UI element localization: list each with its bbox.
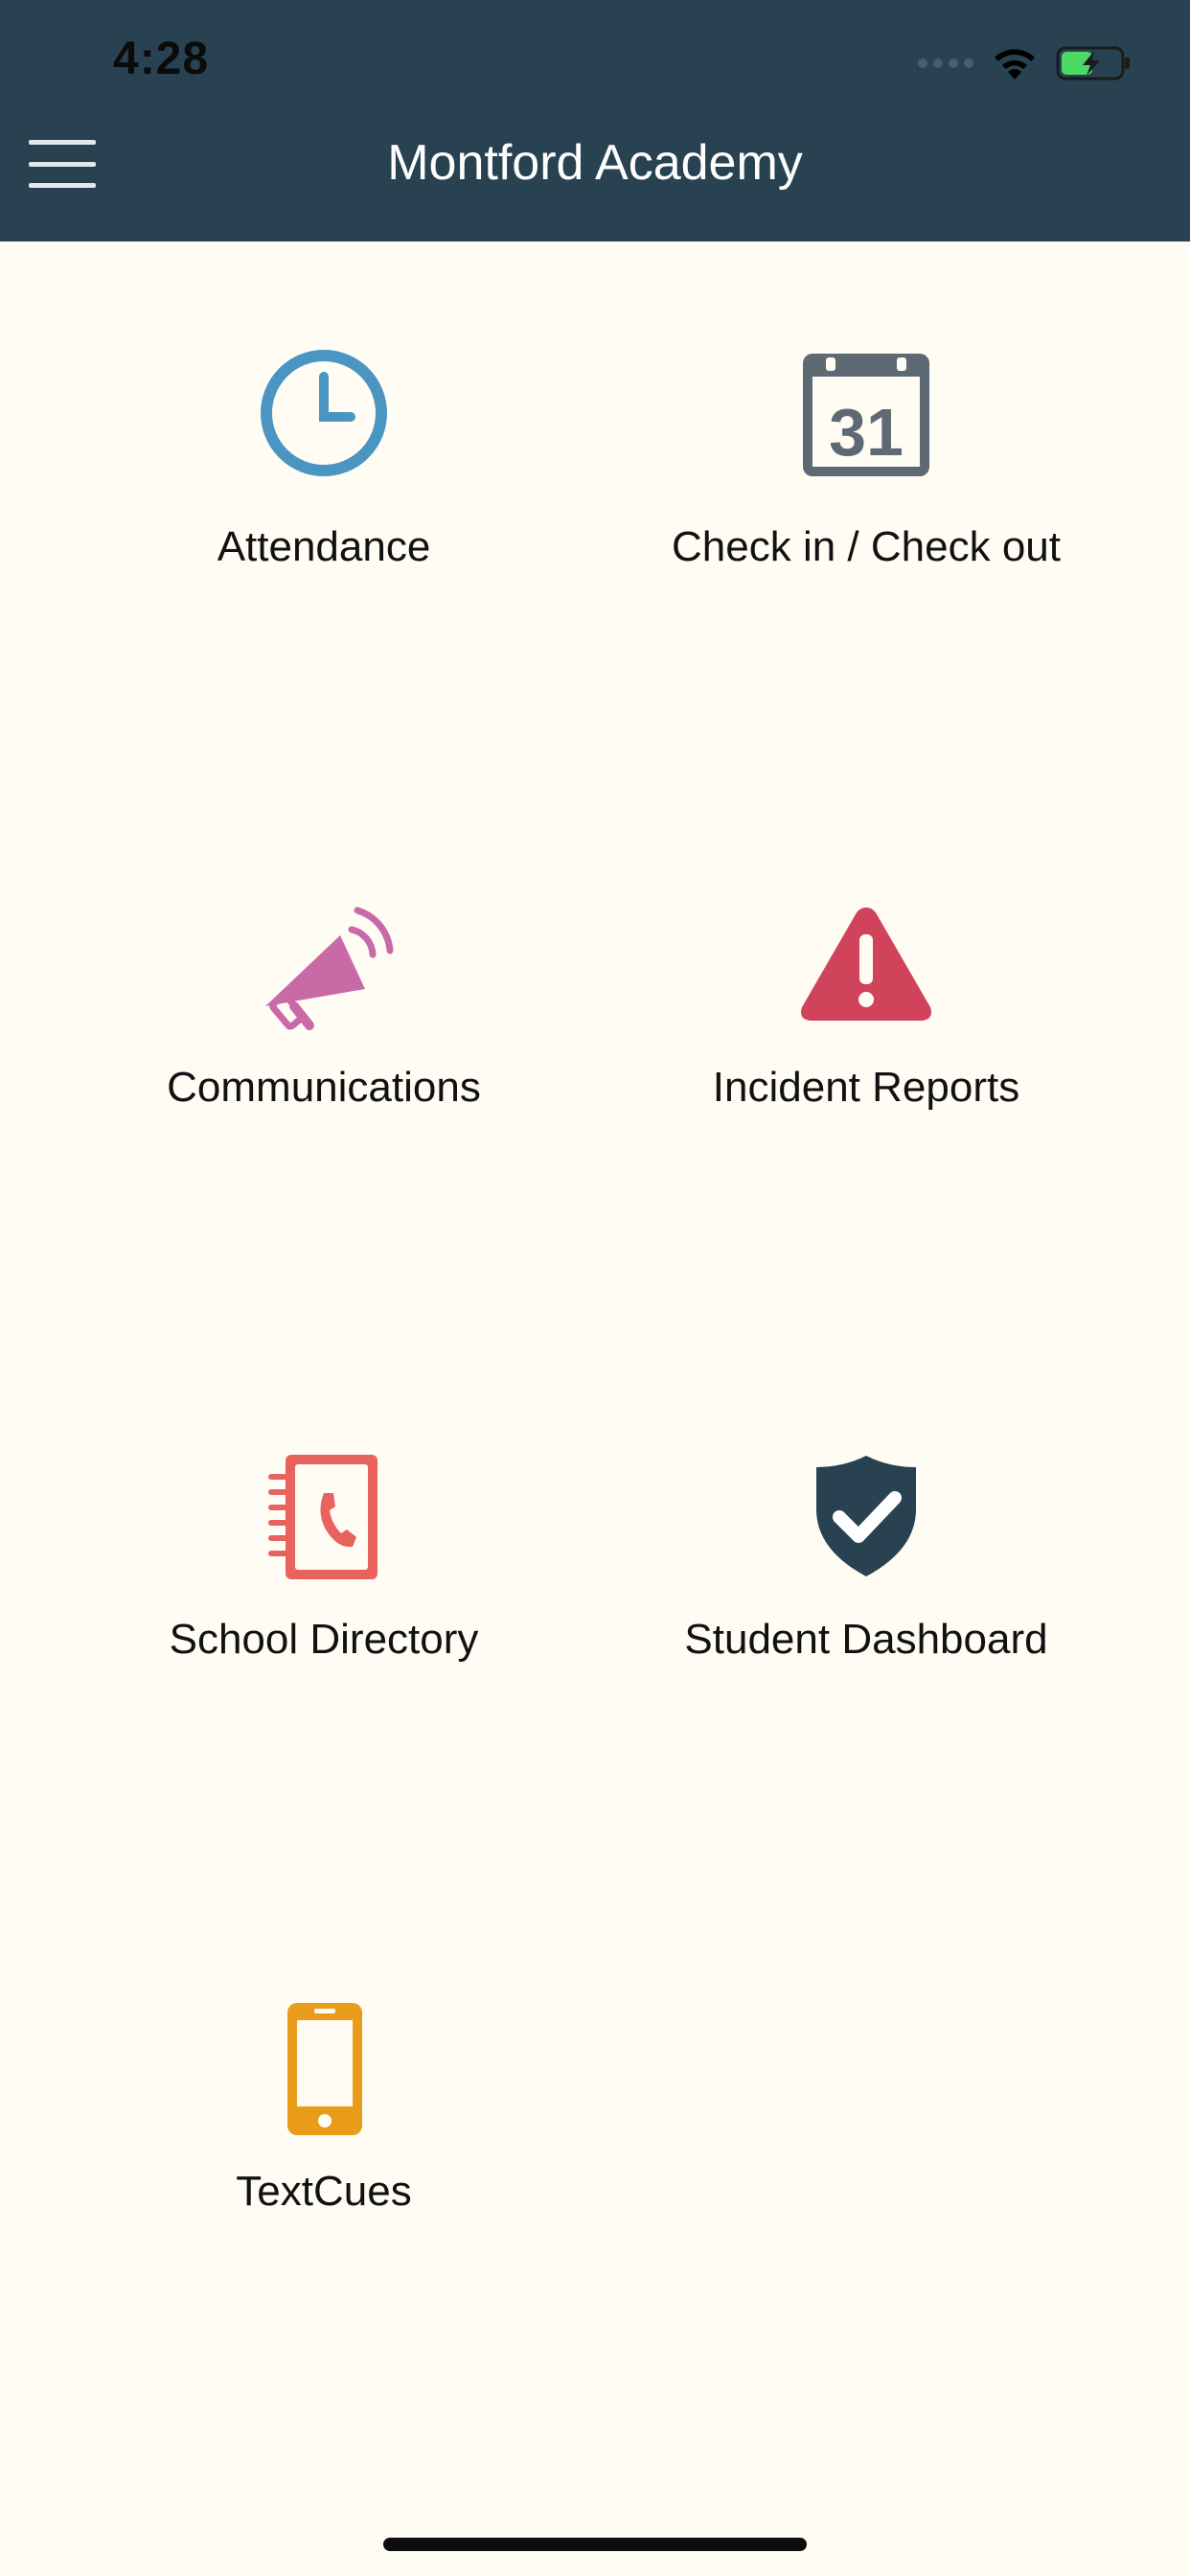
battery-icon [1056, 46, 1130, 80]
tile-label: Incident Reports [712, 1064, 1020, 1111]
tile-label: School Directory [169, 1616, 479, 1663]
tile-incident-reports[interactable]: Incident Reports [588, 893, 1144, 1296]
tile-student-dashboard[interactable]: Student Dashboard [588, 1445, 1144, 1848]
home-indicator[interactable] [383, 2538, 807, 2551]
tile-textcues[interactable]: TextCues [46, 1997, 602, 2400]
screen: 4:28 Montford Academy Attendance 31 Chec… [0, 0, 1190, 2576]
tile-label: Attendance [217, 523, 431, 570]
page-title: Montford Academy [387, 135, 803, 191]
shield-check-icon [816, 1456, 916, 1576]
cellular-signal-icon [918, 58, 973, 68]
app-header: 4:28 Montford Academy [0, 0, 1190, 242]
clock-icon [261, 350, 387, 476]
mobile-phone-icon [287, 2003, 362, 2135]
calendar-day: 31 [829, 395, 904, 470]
tile-communications[interactable]: Communications [46, 893, 602, 1296]
wifi-icon [995, 49, 1035, 80]
megaphone-icon [265, 907, 394, 1030]
phone-book-icon [268, 1455, 378, 1579]
tile-label: Communications [167, 1064, 481, 1111]
tile-check-in-check-out[interactable]: 31 Check in / Check out [588, 341, 1144, 744]
tile-label: Check in / Check out [672, 523, 1061, 570]
tile-school-directory[interactable]: School Directory [46, 1445, 602, 1848]
tile-label: TextCues [236, 2168, 412, 2215]
status-icons [918, 42, 1133, 84]
calendar-icon: 31 [803, 354, 929, 476]
tile-attendance[interactable]: Attendance [46, 341, 602, 744]
warning-icon [801, 908, 931, 1021]
tile-label: Student Dashboard [684, 1616, 1048, 1663]
status-time: 4:28 [113, 34, 210, 84]
